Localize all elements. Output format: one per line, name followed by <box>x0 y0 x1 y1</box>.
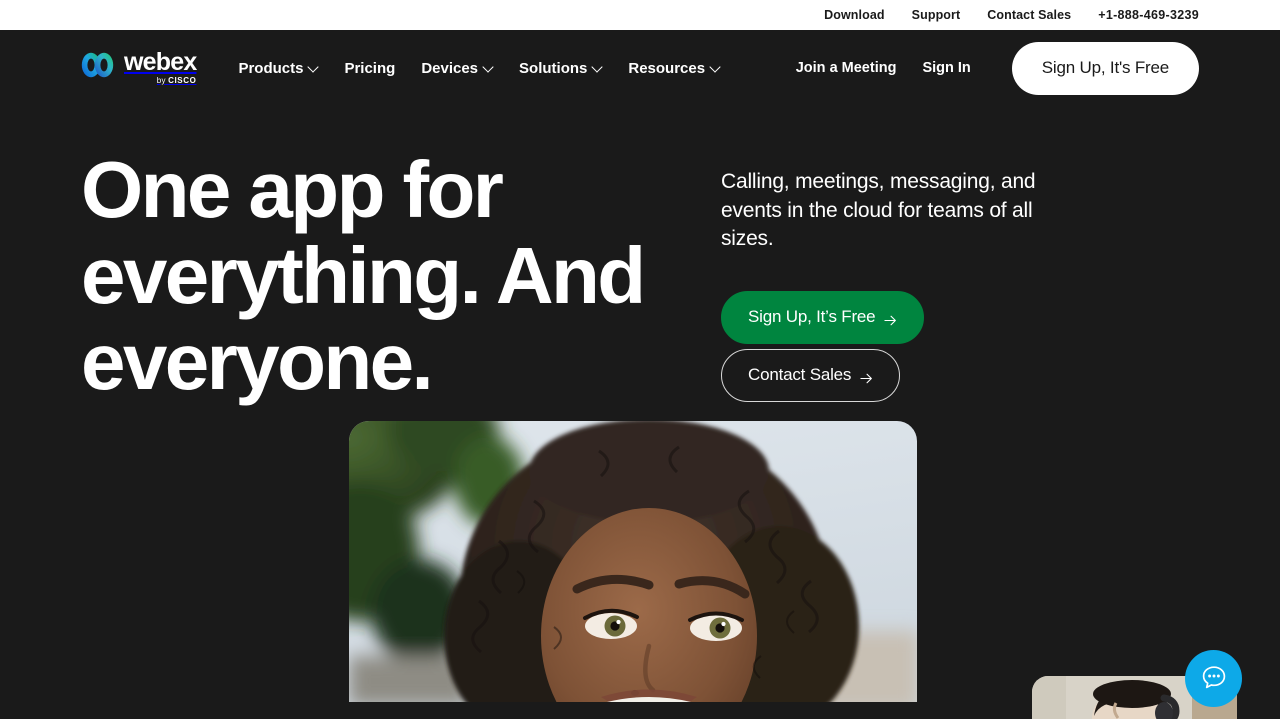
page-title: One app for everything. And everyone. <box>81 145 646 406</box>
nav-item-label: Pricing <box>344 59 396 77</box>
nav-item-solutions[interactable]: Solutions <box>519 60 602 77</box>
sign-up-button[interactable]: Sign Up, It's Free <box>1011 41 1199 95</box>
nav-item-label: Solutions <box>519 59 588 77</box>
site-header: webex by CISCO Products Pricing Devices … <box>0 30 1280 106</box>
hero-media-area <box>0 421 1280 702</box>
hero-sign-up-label: Sign Up, It’s Free <box>748 307 876 326</box>
chevron-down-icon <box>593 63 602 72</box>
primary-navigation: Products Pricing Devices Solutions Resou… <box>238 60 720 77</box>
nav-item-label: Resources <box>628 59 706 77</box>
utility-link-contact-sales[interactable]: Contact Sales <box>987 8 1071 22</box>
nav-item-products[interactable]: Products <box>238 60 318 77</box>
hero-sign-up-button[interactable]: Sign Up, It’s Free <box>721 290 925 344</box>
hero-copy-right: Calling, meetings, messaging, and events… <box>721 106 1081 405</box>
nav-item-label: Devices <box>421 59 479 77</box>
utility-link-download[interactable]: Download <box>824 8 885 22</box>
header-actions: Join a Meeting Sign In Sign Up, It's Fre… <box>796 41 1199 95</box>
hero-copy-left: One app for everything. And everyone. <box>81 106 681 405</box>
sign-in-link[interactable]: Sign In <box>922 60 970 76</box>
nav-item-resources[interactable]: Resources <box>628 60 720 77</box>
hero-contact-sales-button[interactable]: Contact Sales <box>721 348 901 402</box>
webex-logo-link[interactable]: webex by CISCO <box>81 48 197 86</box>
arrow-right-icon <box>860 370 873 383</box>
nav-item-pricing[interactable]: Pricing <box>344 60 395 77</box>
chevron-down-icon <box>711 63 720 72</box>
webex-wordmark: webex <box>124 48 197 76</box>
utility-phone-number[interactable]: +1-888-469-3239 <box>1098 8 1199 22</box>
utility-link-support[interactable]: Support <box>912 8 961 22</box>
webex-rings-logo-icon <box>81 52 115 78</box>
nav-item-label: Products <box>238 59 304 77</box>
chevron-down-icon <box>309 63 318 72</box>
hero-main-photo <box>349 421 917 702</box>
chat-bubble-icon <box>1199 662 1229 695</box>
hero-contact-sales-label: Contact Sales <box>748 365 852 384</box>
utility-bar: Download Support Contact Sales +1-888-46… <box>0 0 1280 30</box>
hero-section: One app for everything. And everyone. Ca… <box>0 106 1280 405</box>
arrow-right-icon <box>884 312 897 325</box>
chevron-down-icon <box>484 63 493 72</box>
nav-item-devices[interactable]: Devices <box>421 60 493 77</box>
by-cisco-label: by CISCO <box>156 76 197 85</box>
join-a-meeting-link[interactable]: Join a Meeting <box>796 60 897 76</box>
chat-widget-button[interactable] <box>1185 650 1242 707</box>
hero-subheadline: Calling, meetings, messaging, and events… <box>721 170 1036 250</box>
hero-cta-group: Sign Up, It’s Free Contact Sales <box>721 290 1081 402</box>
